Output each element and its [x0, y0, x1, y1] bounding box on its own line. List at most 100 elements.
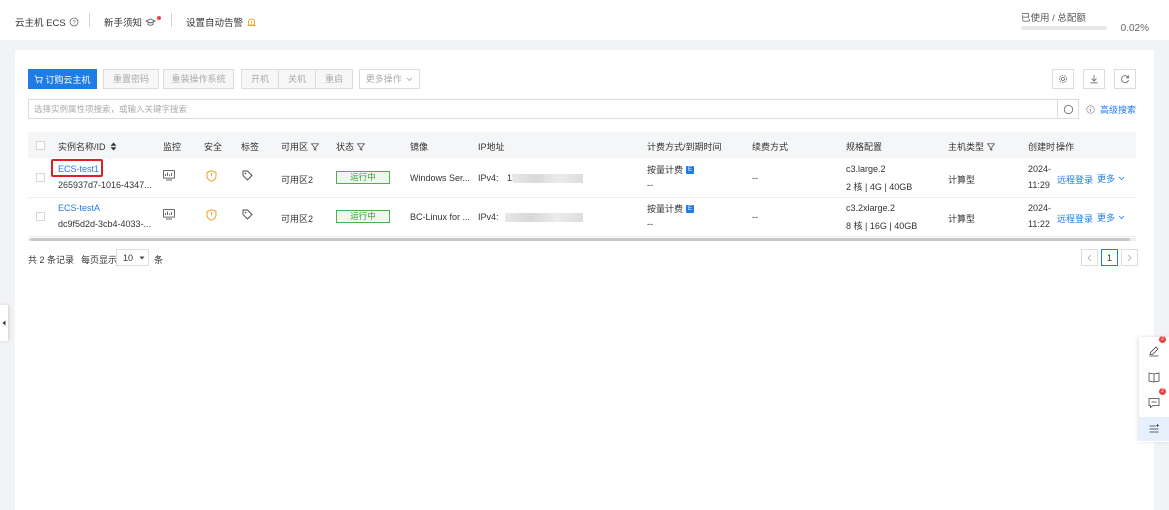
help-icon[interactable]: ?	[69, 17, 79, 27]
spec-name: c3.2xlarge.2	[846, 203, 896, 213]
col-security: 安全	[204, 142, 223, 152]
settings-button[interactable]	[1052, 69, 1074, 89]
table-row: ECS-test1 265937d7-1016-4347... 可用区2 运行中…	[28, 158, 1136, 198]
download-icon	[1090, 75, 1098, 84]
billing-type: 按量计费 E	[647, 165, 695, 175]
page-number[interactable]: 1	[1101, 249, 1118, 266]
book-icon	[1148, 372, 1160, 383]
sort-icon	[110, 142, 117, 151]
spec-detail: 2 核 | 4G | 40GB	[846, 182, 913, 192]
select-all-checkbox[interactable]	[36, 141, 45, 150]
image-name: BC-Linux for ...	[410, 212, 471, 222]
reinstall-os-button[interactable]: 重装操作系统	[163, 69, 234, 89]
alarm-bell-icon	[247, 18, 256, 26]
chevron-left-icon	[1087, 254, 1092, 261]
list-button[interactable]	[1139, 417, 1169, 441]
search-input[interactable]: 选择实例属性项搜索，或输入关键字搜索	[28, 99, 1058, 119]
list-icon	[1149, 424, 1159, 433]
status-badge: 运行中	[336, 171, 390, 184]
ip-address: IPv4:	[478, 212, 499, 222]
created-date: 2024-	[1028, 164, 1052, 174]
renew-type: --	[752, 173, 758, 183]
next-page-button[interactable]	[1121, 249, 1138, 266]
per-page-unit: 条	[154, 255, 164, 265]
expire-time: --	[647, 219, 653, 229]
total-records: 共 2 条记录	[28, 255, 75, 265]
remote-login-link[interactable]: 远程登录	[1057, 173, 1093, 186]
zone: 可用区2	[281, 214, 314, 224]
start-button[interactable]: 开机	[241, 69, 279, 89]
col-host-type[interactable]: 主机类型	[948, 140, 996, 153]
advanced-search-link[interactable]: 高级搜索	[1086, 103, 1136, 116]
monitor-icon[interactable]	[163, 170, 175, 181]
col-billing: 计费方式/到期时间	[647, 142, 722, 152]
notification-badge: 2	[1159, 336, 1166, 343]
billing-badge: E	[686, 165, 695, 174]
chat-icon	[1148, 398, 1160, 409]
notice-dot	[157, 16, 162, 20]
spec-name: c3.large.2	[846, 164, 886, 174]
billing-badge: E	[686, 204, 695, 213]
host-type: 计算型	[948, 175, 976, 185]
scrollbar-thumb[interactable]	[30, 238, 1130, 241]
expire-time: --	[647, 180, 653, 190]
instance-name-link[interactable]: ECS-testA	[58, 203, 100, 213]
gear-icon	[1059, 75, 1067, 83]
remote-login-link[interactable]: 远程登录	[1057, 212, 1093, 225]
ip-address: IPv4: 1!	[478, 173, 515, 183]
billing-type: 按量计费 E	[647, 204, 695, 214]
col-status[interactable]: 状态	[336, 140, 366, 153]
divider	[171, 13, 172, 27]
col-actions: 操作	[1056, 142, 1075, 152]
col-monitor: 监控	[163, 142, 182, 152]
floating-toolbar: 2 2	[1139, 336, 1169, 442]
filter-icon	[357, 142, 366, 151]
table-row: ECS-testA dc9f5d2d-3cb4-4033-... 可用区2 运行…	[28, 197, 1136, 237]
more-actions-dropdown[interactable]: 更多	[1097, 172, 1125, 185]
chevron-down-icon	[1118, 215, 1125, 220]
per-page-select[interactable]: 10	[116, 249, 149, 266]
spec-detail: 8 核 | 16G | 40GB	[846, 221, 918, 231]
horizontal-scrollbar[interactable]	[28, 238, 1136, 241]
reset-password-button[interactable]: 重置密码	[103, 69, 159, 89]
download-button[interactable]	[1083, 69, 1105, 89]
more-ops-dropdown[interactable]: 更多操作	[359, 69, 420, 89]
chevron-down-icon	[406, 77, 413, 82]
filter-icon	[311, 142, 320, 151]
host-type: 计算型	[948, 214, 976, 224]
shield-icon[interactable]	[206, 170, 217, 182]
col-name[interactable]: 实例名称/ID	[58, 140, 117, 153]
monitor-icon[interactable]	[163, 209, 175, 220]
tag-icon[interactable]	[242, 170, 253, 181]
docs-button[interactable]	[1139, 365, 1169, 389]
guide-link[interactable]: 新手须知	[104, 15, 162, 29]
chevron-down-icon	[1118, 176, 1125, 181]
instance-list-card: 订购云主机 重置密码 重装操作系统 开机 关机 重启 更多操作 选择实例属性项搜…	[15, 50, 1154, 510]
caret-down-icon	[139, 256, 145, 259]
cart-icon	[34, 75, 44, 84]
notification-badge: 2	[1159, 388, 1166, 395]
order-ecs-button[interactable]: 订购云主机	[28, 69, 97, 89]
restart-button[interactable]: 重启	[315, 69, 353, 89]
col-tags: 标签	[241, 142, 260, 152]
instance-name-link[interactable]: ECS-test1	[58, 164, 99, 174]
search-button[interactable]	[1057, 99, 1079, 119]
top-bar: 云主机 ECS ? 新手须知 设置自动告警 已使用 / 总配额 0.02%	[0, 0, 1169, 40]
sidebar-collapse-tab[interactable]	[0, 305, 8, 341]
status-badge: 运行中	[336, 210, 390, 223]
row-checkbox[interactable]	[36, 173, 45, 182]
chat-button[interactable]: 2	[1139, 388, 1169, 415]
prev-page-button[interactable]	[1081, 249, 1098, 266]
row-checkbox[interactable]	[36, 212, 45, 221]
shield-icon[interactable]	[206, 209, 217, 221]
image-name: Windows Ser...	[410, 173, 471, 183]
col-zone[interactable]: 可用区	[281, 140, 320, 153]
more-actions-dropdown[interactable]: 更多	[1097, 211, 1125, 224]
refresh-button[interactable]	[1114, 69, 1136, 89]
tag-icon[interactable]	[242, 209, 253, 220]
usage-bar	[1021, 26, 1107, 30]
feedback-button[interactable]: 2	[1139, 336, 1169, 363]
stop-button[interactable]: 关机	[278, 69, 316, 89]
alarm-link[interactable]: 设置自动告警	[186, 15, 257, 29]
quota-usage: 已使用 / 总配额 0.02%	[1021, 13, 1149, 34]
